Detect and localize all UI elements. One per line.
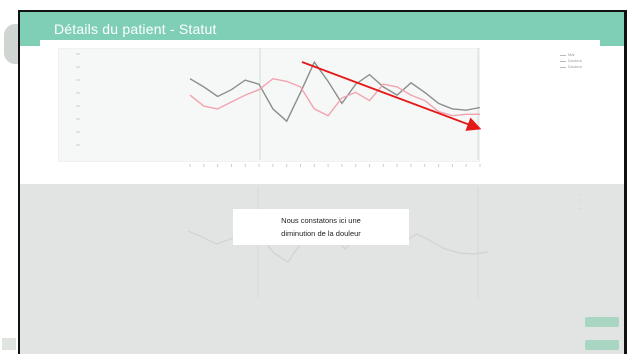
series-line-gray (189, 60, 481, 123)
side-tab-handle-bottom (2, 338, 16, 350)
status-chart: Mal Douleur Douleur (40, 40, 600, 170)
page-title: Détails du patient - Statut (54, 21, 217, 37)
faded-legend: — — — (578, 191, 582, 210)
chart-legend: Mal Douleur Douleur (560, 52, 582, 70)
green-action-button-2[interactable] (585, 340, 619, 350)
green-action-button-1[interactable] (585, 317, 619, 327)
annotation-line-2: diminution de la douleur (281, 229, 361, 238)
x-ticks (189, 164, 481, 167)
y-ticks (76, 53, 80, 146)
annotation-line-1: Nous constatons ici une (281, 216, 361, 225)
series-line-pink (189, 77, 480, 117)
status-chart-svg (76, 48, 481, 167)
annotation-callout: Nous constatons ici une diminution de la… (233, 209, 409, 245)
legend-label: Douleur (568, 64, 583, 69)
legend-item: Douleur (560, 64, 582, 70)
